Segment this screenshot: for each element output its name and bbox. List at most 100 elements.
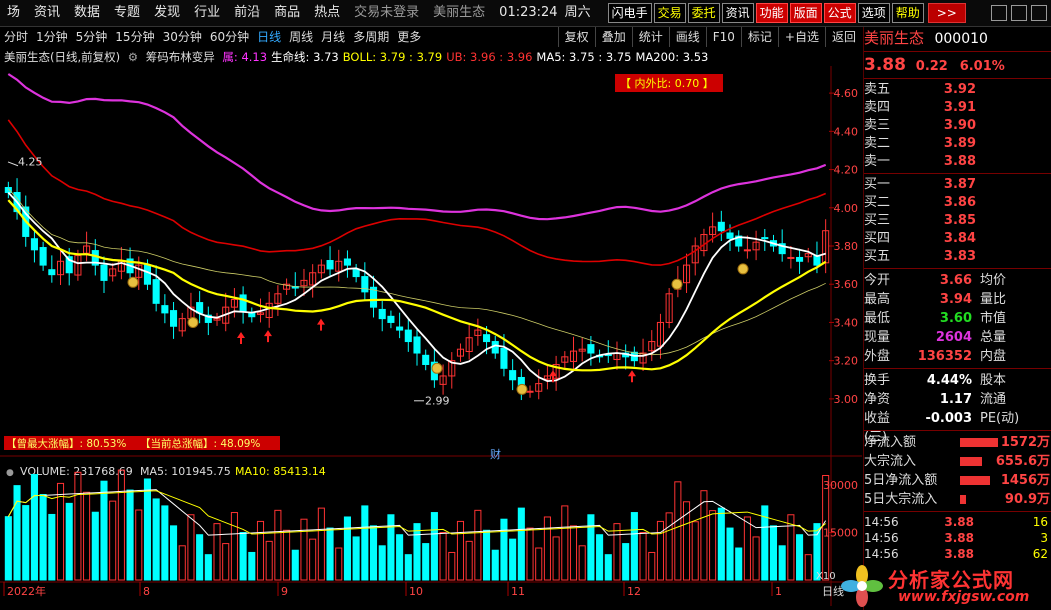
candle-body: [413, 336, 421, 354]
period-tab[interactable]: 更多: [393, 30, 425, 44]
period-tab[interactable]: 周线: [285, 30, 317, 44]
tick-price: 3.88: [944, 531, 974, 545]
stat-value: -0.003: [925, 411, 972, 426]
period-tab[interactable]: 60分钟: [206, 30, 253, 44]
candle-body: [796, 256, 804, 262]
stock-header: 美丽生态 000010: [864, 27, 1051, 49]
kline-chart[interactable]: 4.60 4.40 4.20 4.00 3.80 3.60 3.40 3.20 3.00 4.25…: [0, 66, 862, 606]
close-icon[interactable]: [1031, 5, 1047, 21]
menu-item[interactable]: 专题: [107, 5, 147, 20]
menu-item[interactable]: 场: [0, 5, 27, 20]
volume-bar: [48, 513, 56, 581]
chart-tool-button[interactable]: 画线: [668, 27, 706, 47]
chart-tool-button[interactable]: 统计: [631, 27, 669, 47]
order-level-label: 买三: [864, 213, 891, 228]
stat-label: 收益(三): [864, 411, 891, 445]
candle-body: [361, 276, 369, 293]
order-book-row: 卖三 3.90: [864, 117, 1051, 135]
flow-label: 大宗流入: [864, 454, 917, 469]
chart-tool-button[interactable]: +自选: [777, 27, 825, 47]
order-level-label: 买二: [864, 195, 891, 210]
period-tab[interactable]: 月线: [317, 30, 349, 44]
menu-item[interactable]: 商品: [267, 5, 307, 20]
volume-bar: [39, 494, 47, 581]
toolbar-button[interactable]: 公式: [823, 3, 856, 23]
last-price: 3.88: [864, 55, 906, 75]
minimize-icon[interactable]: [991, 5, 1007, 21]
toolbar-button[interactable]: 版面: [789, 3, 822, 23]
menu-item[interactable]: 数据: [67, 5, 107, 20]
stats-block: 今开 3.66 均价 最高 3.94 量比 最低 3.60 市值 现量 2604 总量 外盘 136352…: [864, 271, 1051, 366]
legend-item: BOLL: 3.79 : 3.79: [342, 50, 443, 64]
chart-tool-button[interactable]: 返回: [824, 27, 862, 47]
indicator-name[interactable]: 筹码布林变异: [146, 50, 215, 64]
legend-item: MA5: 3.75 : 3.75: [536, 50, 632, 64]
order-level-price: 3.85: [943, 213, 976, 228]
toolbar-button[interactable]: 闪电手: [607, 3, 652, 23]
menu-item[interactable]: 发现: [147, 5, 187, 20]
toolbar-button[interactable]: 交易: [653, 3, 686, 23]
period-tab[interactable]: 1分钟: [32, 30, 72, 44]
menu-item[interactable]: 行业: [187, 5, 227, 20]
toolbar-button[interactable]: 资讯: [721, 3, 754, 23]
tick-qty: 16: [1032, 515, 1048, 529]
stat-value: 2604: [935, 330, 972, 345]
maximize-icon[interactable]: [1011, 5, 1027, 21]
volume-bar: [422, 543, 430, 581]
volume-bar: [630, 512, 638, 581]
candle-body: [717, 221, 725, 232]
chart-tool-button[interactable]: 标记: [740, 27, 778, 47]
toolbar-button[interactable]: 委托: [687, 3, 720, 23]
flow-bar: [960, 495, 966, 504]
bid-book: 买一 3.87 买二 3.86 买三 3.85 买四 3.84 买五 3.83: [864, 176, 1051, 266]
toolbar-button[interactable]: 选项: [857, 3, 890, 23]
coin-marker-icon: [516, 383, 528, 395]
menu-item[interactable]: 前沿: [227, 5, 267, 20]
candle-body: [761, 237, 769, 240]
period-tab[interactable]: 多周期: [349, 30, 393, 44]
stat-row: 外盘 136352 内盘: [864, 347, 1051, 366]
stat-label: 最低: [864, 311, 891, 326]
stat-row: 换手 4.44% 股本: [864, 371, 1051, 390]
candle-body: [48, 269, 56, 276]
order-level-price: 3.89: [943, 136, 976, 151]
more-button[interactable]: >>: [927, 3, 966, 23]
clock-time: 01:23:24: [499, 5, 558, 20]
low-price-label: 2.99: [425, 395, 450, 408]
volume-bar: [204, 554, 212, 581]
order-level-label: 卖三: [864, 118, 891, 133]
chart-tool-button[interactable]: F10: [705, 27, 741, 47]
toolbar-button[interactable]: 功能: [755, 3, 788, 23]
menu-bar: 场资讯 数据 专题 发现 行业 前沿 商品 热点 交易未登录 美丽生态 01:23:24 周六…: [0, 0, 1051, 27]
x-tick-label: 10: [409, 585, 423, 598]
period-tab[interactable]: 日线: [253, 30, 285, 44]
candle-body: [152, 279, 160, 304]
order-level-price: 3.90: [943, 118, 976, 133]
flow-bar: [960, 457, 982, 466]
flow-row: 5日大宗流入 90.9万: [864, 490, 1051, 509]
stat-row: 最高 3.94 量比: [864, 290, 1051, 309]
flow-row: 5日净流入额 1456万: [864, 471, 1051, 490]
volume-ma5-legend: MA5: 101945.75: [140, 465, 231, 478]
menu-item[interactable]: 资讯: [27, 5, 67, 20]
period-tab[interactable]: 15分钟: [111, 30, 158, 44]
login-status[interactable]: 交易未登录: [347, 0, 426, 26]
toolbar-button[interactable]: 帮助: [891, 3, 924, 23]
volume-bar: [152, 498, 160, 581]
window-controls: [991, 5, 1051, 21]
coin-marker-icon: [671, 278, 683, 290]
chart-tool-button[interactable]: 复权: [557, 27, 595, 47]
x-tick-label: 11: [511, 585, 525, 598]
period-tab[interactable]: 分时: [0, 30, 32, 44]
menu-items: 场资讯 数据 专题 发现 行业 前沿 商品 热点: [0, 0, 347, 26]
period-tab[interactable]: 30分钟: [159, 30, 206, 44]
period-tab[interactable]: 5分钟: [72, 30, 112, 44]
chart-tool-button[interactable]: 叠加: [594, 27, 632, 47]
y-tick-label: 3.00: [834, 393, 859, 406]
stock-code: 000010: [934, 31, 988, 47]
weekday: 周六: [564, 5, 591, 20]
candle-body: [387, 315, 395, 323]
settings-icon[interactable]: ⚙: [128, 50, 138, 64]
menu-item[interactable]: 热点: [307, 5, 347, 20]
volume-bar: [13, 485, 21, 581]
